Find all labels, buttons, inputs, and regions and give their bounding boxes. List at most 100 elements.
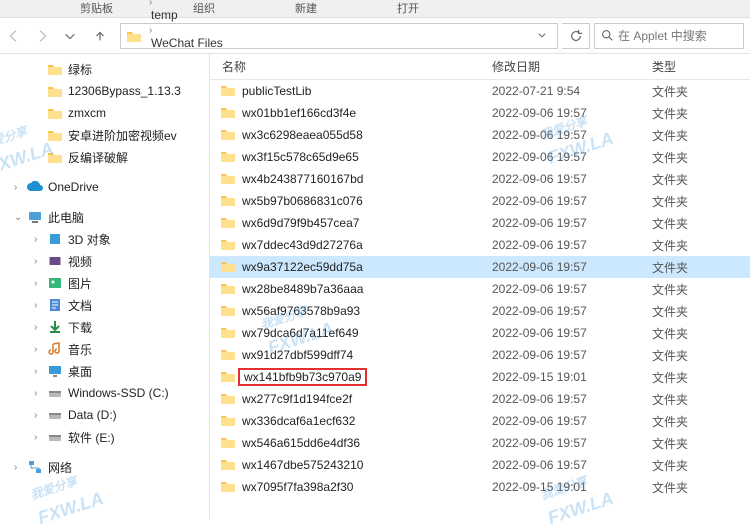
- folder-icon: [125, 27, 143, 45]
- sidebar-item[interactable]: 12306Bypass_1.13.3: [0, 80, 209, 102]
- search-input[interactable]: 在 Applet 中搜索: [594, 23, 744, 49]
- file-type: 文件夹: [640, 457, 750, 474]
- table-row[interactable]: wx7ddec43d9d27276a2022-09-06 19:57文件夹: [210, 234, 750, 256]
- nav-up-button[interactable]: [86, 22, 114, 50]
- folder-icon: [46, 60, 64, 78]
- dl-icon: [46, 318, 64, 336]
- folder-icon: [220, 149, 236, 166]
- sidebar-item[interactable]: ›音乐: [0, 338, 209, 360]
- sidebar-item[interactable]: ›文档: [0, 294, 209, 316]
- sidebar-item[interactable]: ›图片: [0, 272, 209, 294]
- music-icon: [46, 340, 64, 358]
- column-type[interactable]: 类型: [640, 58, 750, 75]
- sidebar-item[interactable]: 安卓进阶加密视频ev: [0, 124, 209, 146]
- folder-icon: [220, 127, 236, 144]
- address-bar[interactable]: WeChat›temp›WeChat Files›Applet›: [120, 23, 558, 49]
- nav-back-button[interactable]: [0, 22, 28, 50]
- breadcrumb-segment[interactable]: temp: [147, 8, 227, 22]
- file-type: 文件夹: [640, 259, 750, 276]
- table-row[interactable]: wx4b243877160167bd2022-09-06 19:57文件夹: [210, 168, 750, 190]
- file-date: 2022-09-06 19:57: [480, 304, 640, 318]
- file-name: wx546a615dd6e4df36: [242, 436, 360, 450]
- file-type: 文件夹: [640, 281, 750, 298]
- file-date: 2022-09-15 19:01: [480, 370, 640, 384]
- nav-forward-button[interactable]: [28, 22, 56, 50]
- sidebar-item[interactable]: zmxcm: [0, 102, 209, 124]
- file-date: 2022-09-06 19:57: [480, 194, 640, 208]
- sidebar-item[interactable]: 绿标: [0, 58, 209, 80]
- sidebar-item[interactable]: ›Data (D:): [0, 404, 209, 426]
- table-row[interactable]: wx141bfb9b73c970a92022-09-15 19:01文件夹: [210, 366, 750, 388]
- folder-icon: [46, 126, 64, 144]
- file-name: wx01bb1ef166cd3f4e: [242, 106, 356, 120]
- sidebar-network[interactable]: › 网络: [0, 456, 209, 478]
- table-row[interactable]: wx7095f7fa398a2f302022-09-15 19:01文件夹: [210, 476, 750, 498]
- table-row[interactable]: wx3f15c578c65d9e652022-09-06 19:57文件夹: [210, 146, 750, 168]
- table-row[interactable]: wx9a37122ec59dd75a2022-09-06 19:57文件夹: [210, 256, 750, 278]
- folder-icon: [220, 435, 236, 452]
- sidebar-onedrive[interactable]: › OneDrive: [0, 176, 209, 198]
- sidebar-item[interactable]: ›桌面: [0, 360, 209, 382]
- table-row[interactable]: wx5b97b0686831c0762022-09-06 19:57文件夹: [210, 190, 750, 212]
- chevron-down-icon[interactable]: [531, 29, 553, 43]
- table-row[interactable]: wx336dcaf6a1ecf6322022-09-06 19:57文件夹: [210, 410, 750, 432]
- file-date: 2022-09-06 19:57: [480, 458, 640, 472]
- sidebar-item[interactable]: ›Windows-SSD (C:): [0, 382, 209, 404]
- nav-tree: 绿标12306Bypass_1.13.3zmxcm安卓进阶加密视频ev反编译破解…: [0, 54, 210, 519]
- sidebar-item[interactable]: 反编译破解: [0, 146, 209, 168]
- file-type: 文件夹: [640, 171, 750, 188]
- file-type: 文件夹: [640, 215, 750, 232]
- sidebar-item[interactable]: ›视频: [0, 250, 209, 272]
- file-name: wx7ddec43d9d27276a: [242, 238, 363, 252]
- file-type: 文件夹: [640, 149, 750, 166]
- pic-icon: [46, 274, 64, 292]
- table-row[interactable]: wx28be8489b7a36aaa2022-09-06 19:57文件夹: [210, 278, 750, 300]
- table-row[interactable]: wx01bb1ef166cd3f4e2022-09-06 19:57文件夹: [210, 102, 750, 124]
- sidebar-thispc[interactable]: ⌄ 此电脑: [0, 206, 209, 228]
- table-row[interactable]: wx277c9f1d194fce2f2022-09-06 19:57文件夹: [210, 388, 750, 410]
- sidebar-item[interactable]: ›下载: [0, 316, 209, 338]
- sidebar-item[interactable]: ›3D 对象: [0, 228, 209, 250]
- chevron-right-icon[interactable]: ›: [147, 25, 154, 36]
- file-list: 名称 修改日期 类型 publicTestLib2022-07-21 9:54文…: [210, 54, 750, 519]
- folder-icon: [220, 215, 236, 232]
- breadcrumb-segment[interactable]: WeChat Files: [147, 36, 227, 50]
- column-date[interactable]: 修改日期: [480, 58, 640, 75]
- file-name: wx1467dbe575243210: [242, 458, 363, 472]
- file-name: wx336dcaf6a1ecf632: [242, 414, 355, 428]
- chevron-right-icon[interactable]: ›: [147, 0, 154, 8]
- file-date: 2022-09-06 19:57: [480, 348, 640, 362]
- folder-icon: [220, 413, 236, 430]
- table-row[interactable]: wx91d27dbf599dff742022-09-06 19:57文件夹: [210, 344, 750, 366]
- folder-icon: [220, 347, 236, 364]
- recent-locations-button[interactable]: [56, 22, 84, 50]
- folder-icon: [220, 83, 236, 100]
- file-type: 文件夹: [640, 479, 750, 496]
- file-date: 2022-09-06 19:57: [480, 392, 640, 406]
- column-name[interactable]: 名称: [210, 58, 480, 75]
- folder-icon: [220, 325, 236, 342]
- search-icon: [601, 29, 614, 42]
- table-row[interactable]: wx546a615dd6e4df362022-09-06 19:57文件夹: [210, 432, 750, 454]
- computer-icon: [26, 208, 44, 226]
- sidebar-item[interactable]: ›软件 (E:): [0, 426, 209, 448]
- refresh-button[interactable]: [562, 23, 590, 49]
- table-row[interactable]: wx79dca6d7a11ef6492022-09-06 19:57文件夹: [210, 322, 750, 344]
- file-date: 2022-09-06 19:57: [480, 128, 640, 142]
- table-row[interactable]: wx3c6298eaea055d582022-09-06 19:57文件夹: [210, 124, 750, 146]
- table-row[interactable]: publicTestLib2022-07-21 9:54文件夹: [210, 80, 750, 102]
- file-name: publicTestLib: [242, 84, 311, 98]
- file-name: wx141bfb9b73c970a9: [238, 368, 367, 386]
- folder-icon: [220, 303, 236, 320]
- folder-icon: [220, 259, 236, 276]
- cloud-icon: [26, 178, 44, 196]
- table-row[interactable]: wx6d9d79f9b457cea72022-09-06 19:57文件夹: [210, 212, 750, 234]
- column-headers[interactable]: 名称 修改日期 类型: [210, 54, 750, 80]
- file-name: wx91d27dbf599dff74: [242, 348, 353, 362]
- file-name: wx3f15c578c65d9e65: [242, 150, 359, 164]
- table-row[interactable]: wx56af9763578b9a932022-09-06 19:57文件夹: [210, 300, 750, 322]
- table-row[interactable]: wx1467dbe575243210 2022-09-06 19:57文件夹: [210, 454, 750, 476]
- file-date: 2022-09-06 19:57: [480, 414, 640, 428]
- folder-icon: [46, 148, 64, 166]
- file-name: wx4b243877160167bd: [242, 172, 363, 186]
